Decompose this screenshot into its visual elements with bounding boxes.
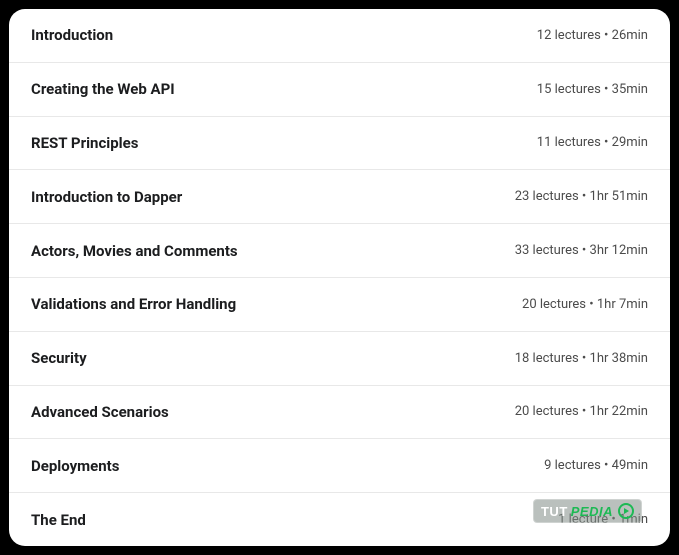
- course-sections-card: Introduction 12 lectures • 26min Creatin…: [9, 9, 670, 546]
- section-title: Creating the Web API: [31, 80, 175, 98]
- section-title: The End: [31, 511, 86, 529]
- section-title: Validations and Error Handling: [31, 295, 236, 313]
- section-meta: 9 lectures • 49min: [544, 458, 648, 473]
- section-row[interactable]: Creating the Web API 15 lectures • 35min: [9, 63, 670, 117]
- section-meta: 33 lectures • 3hr 12min: [515, 243, 648, 258]
- watermark-text-part2: PEDIA: [571, 504, 613, 519]
- section-row[interactable]: Advanced Scenarios 20 lectures • 1hr 22m…: [9, 386, 670, 440]
- section-title: Security: [31, 349, 87, 367]
- section-title: Introduction: [31, 26, 113, 44]
- watermark-text-part1: TUT: [541, 504, 568, 519]
- watermark-badge: TUTPEDIA: [533, 499, 642, 523]
- section-row[interactable]: Introduction 12 lectures • 26min: [9, 9, 670, 63]
- section-row[interactable]: REST Principles 11 lectures • 29min: [9, 117, 670, 171]
- section-row[interactable]: Introduction to Dapper 23 lectures • 1hr…: [9, 170, 670, 224]
- section-row[interactable]: Deployments 9 lectures • 49min: [9, 439, 670, 493]
- section-meta: 20 lectures • 1hr 7min: [522, 297, 648, 312]
- section-row[interactable]: Security 18 lectures • 1hr 38min: [9, 332, 670, 386]
- section-meta: 23 lectures • 1hr 51min: [515, 189, 648, 204]
- section-title: Deployments: [31, 457, 119, 475]
- section-meta: 20 lectures • 1hr 22min: [515, 404, 648, 419]
- section-row[interactable]: Actors, Movies and Comments 33 lectures …: [9, 224, 670, 278]
- play-icon: [618, 503, 634, 519]
- section-meta: 15 lectures • 35min: [537, 82, 648, 97]
- section-row[interactable]: Validations and Error Handling 20 lectur…: [9, 278, 670, 332]
- section-meta: 18 lectures • 1hr 38min: [515, 351, 648, 366]
- section-meta: 12 lectures • 26min: [537, 28, 648, 43]
- section-title: Actors, Movies and Comments: [31, 242, 238, 260]
- section-title: Advanced Scenarios: [31, 403, 169, 421]
- section-title: Introduction to Dapper: [31, 188, 182, 206]
- section-title: REST Principles: [31, 134, 138, 152]
- section-meta: 11 lectures • 29min: [537, 135, 648, 150]
